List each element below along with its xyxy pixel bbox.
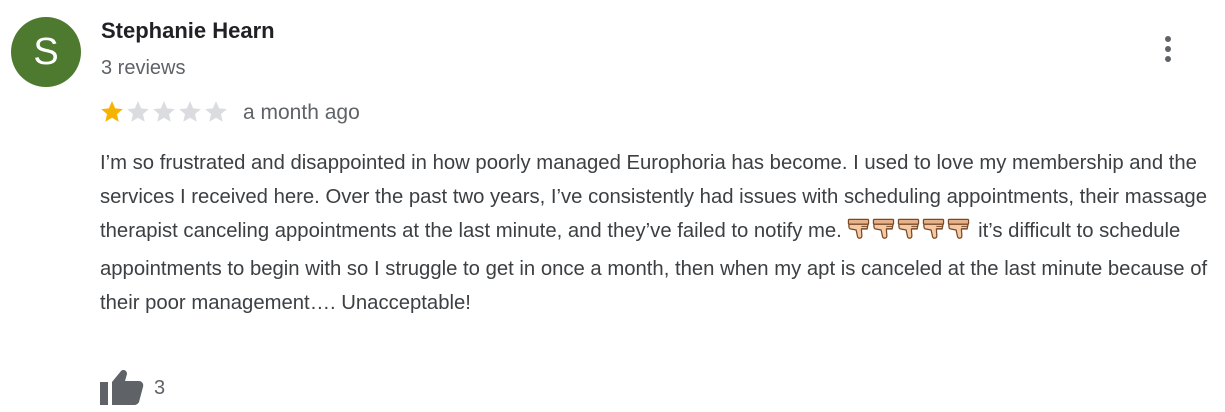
thumbs-down-emoji-group xyxy=(847,217,972,252)
reviewer-name[interactable]: Stephanie Hearn xyxy=(101,18,275,44)
avatar[interactable]: S xyxy=(11,17,81,87)
thumbs-down-icon xyxy=(873,218,895,239)
avatar-initial: S xyxy=(33,31,59,73)
star-filled-icon xyxy=(101,101,123,122)
star-rating xyxy=(99,99,229,125)
thumbs-down-icon xyxy=(923,218,945,239)
more-vert-icon xyxy=(1165,36,1171,62)
star-empty-icon xyxy=(127,101,149,122)
more-options-button[interactable] xyxy=(1154,30,1182,68)
star-empty-icon xyxy=(179,101,201,122)
like-button[interactable]: 3 xyxy=(99,368,165,406)
review-text: I’m so frustrated and disappointed in ho… xyxy=(100,146,1215,320)
star-empty-icon xyxy=(205,101,227,122)
thumbs-down-icon xyxy=(948,218,970,239)
thumbs-down-icon xyxy=(848,218,870,239)
thumb-up-icon xyxy=(100,370,144,405)
like-count: 3 xyxy=(154,376,166,399)
star-empty-icon xyxy=(153,101,175,122)
review-date: a month ago xyxy=(243,101,360,124)
reviewer-review-count[interactable]: 3 reviews xyxy=(101,57,185,80)
thumbs-down-icon xyxy=(898,218,920,239)
